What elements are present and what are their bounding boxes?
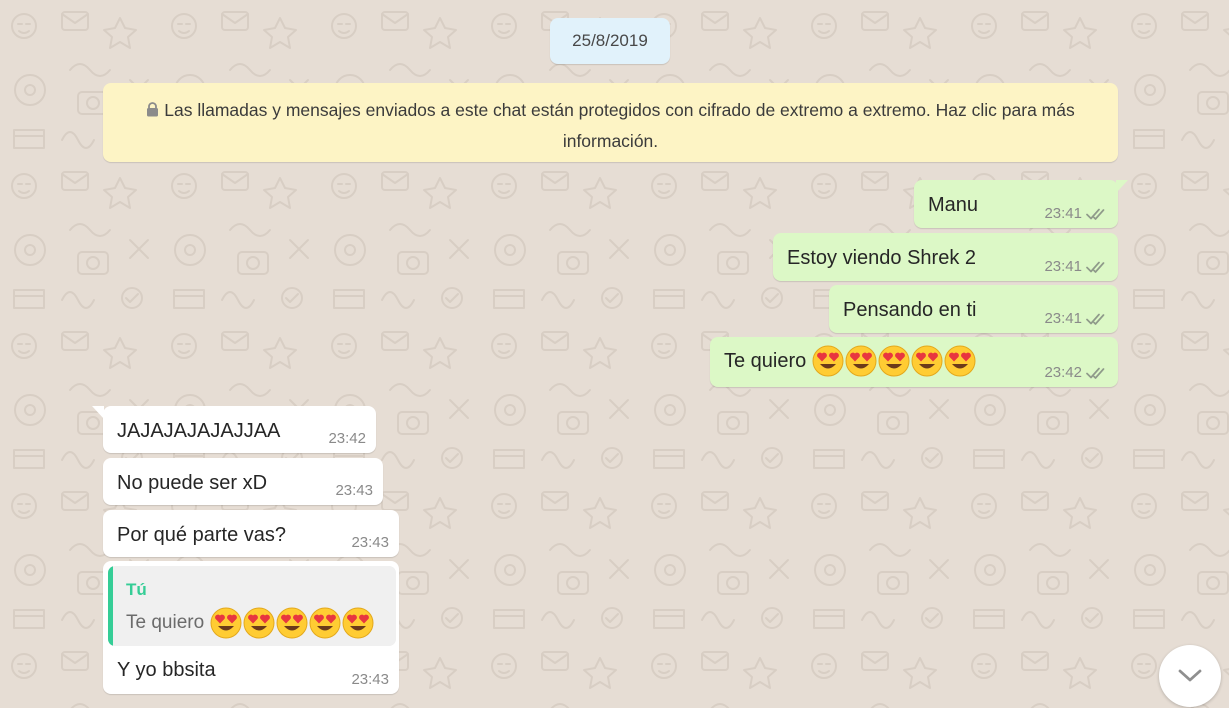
quoted-text: Te quiero xyxy=(126,607,374,639)
heart-eyes-emoji xyxy=(911,345,943,377)
message-meta: 23:41 xyxy=(1044,310,1108,327)
message-meta: 23:43 xyxy=(335,482,373,499)
message-text: Estoy viendo Shrek 2 xyxy=(787,247,976,269)
message-meta: 23:41 xyxy=(1044,258,1108,275)
emoji-group xyxy=(210,607,374,639)
heart-eyes-emoji xyxy=(944,345,976,377)
date-divider-label: 25/8/2019 xyxy=(572,31,648,50)
message-incoming-reply[interactable]: Tú Te quiero Y yo bbsita 23:43 xyxy=(103,561,399,694)
message-meta: 23:42 xyxy=(1044,364,1108,381)
heart-eyes-emoji xyxy=(845,345,877,377)
double-check-icon xyxy=(1086,208,1105,220)
heart-eyes-emoji xyxy=(309,607,341,639)
message-incoming[interactable]: JAJAJAJAJAJJAA 23:42 xyxy=(92,406,376,453)
chevron-down-icon xyxy=(1178,669,1202,682)
quoted-author: Tú xyxy=(126,580,147,599)
lock-icon xyxy=(147,102,159,117)
heart-eyes-emoji xyxy=(342,607,374,639)
message-time: 23:41 xyxy=(1044,310,1082,327)
message-time: 23:43 xyxy=(351,534,389,551)
heart-eyes-emoji xyxy=(210,607,242,639)
encryption-notice-text: Las llamadas y mensajes enviados a este … xyxy=(164,100,1075,151)
message-time: 23:43 xyxy=(335,482,373,499)
message-incoming[interactable]: Por qué parte vas? 23:43 xyxy=(103,510,399,557)
message-text: Te quiero xyxy=(724,345,976,377)
bubble-tail xyxy=(92,406,104,419)
message-time: 23:42 xyxy=(328,430,366,447)
message-text: Por qué parte vas? xyxy=(117,524,286,546)
message-time: 23:41 xyxy=(1044,258,1082,275)
message-meta: 23:43 xyxy=(351,671,389,688)
message-text-content: Te quiero xyxy=(724,350,807,372)
heart-eyes-emoji xyxy=(243,607,275,639)
double-check-icon xyxy=(1086,367,1105,379)
message-outgoing[interactable]: Pensando en ti 23:41 xyxy=(829,285,1118,333)
date-divider: 25/8/2019 xyxy=(550,18,670,64)
message-meta: 23:42 xyxy=(328,430,366,447)
scroll-down-button[interactable] xyxy=(1159,645,1221,707)
message-text: Y yo bbsita xyxy=(117,659,216,681)
emoji-group xyxy=(812,345,976,377)
quoted-message[interactable]: Tú Te quiero xyxy=(108,566,396,646)
bubble-tail xyxy=(1116,180,1128,193)
double-check-icon xyxy=(1086,313,1105,325)
message-time: 23:41 xyxy=(1044,205,1082,222)
quoted-text-content: Te quiero xyxy=(126,612,205,633)
message-text: JAJAJAJAJAJJAA xyxy=(117,420,281,442)
heart-eyes-emoji xyxy=(878,345,910,377)
message-incoming[interactable]: No puede ser xD 23:43 xyxy=(103,458,383,505)
message-outgoing[interactable]: Te quiero 23:42 xyxy=(710,337,1118,387)
message-text: Pensando en ti xyxy=(843,299,977,321)
message-text: No puede ser xD xyxy=(117,472,268,494)
heart-eyes-emoji xyxy=(276,607,308,639)
double-check-icon xyxy=(1086,261,1105,273)
message-time: 23:42 xyxy=(1044,364,1082,381)
quote-accent-bar xyxy=(108,566,113,646)
message-meta: 23:41 xyxy=(1044,205,1108,222)
encryption-notice[interactable]: Las llamadas y mensajes enviados a este … xyxy=(103,83,1118,162)
message-outgoing[interactable]: Manu 23:41 xyxy=(914,180,1128,228)
message-time: 23:43 xyxy=(351,671,389,688)
message-meta: 23:43 xyxy=(351,534,389,551)
message-text: Manu xyxy=(928,194,979,216)
message-outgoing[interactable]: Estoy viendo Shrek 2 23:41 xyxy=(773,233,1118,281)
heart-eyes-emoji xyxy=(812,345,844,377)
